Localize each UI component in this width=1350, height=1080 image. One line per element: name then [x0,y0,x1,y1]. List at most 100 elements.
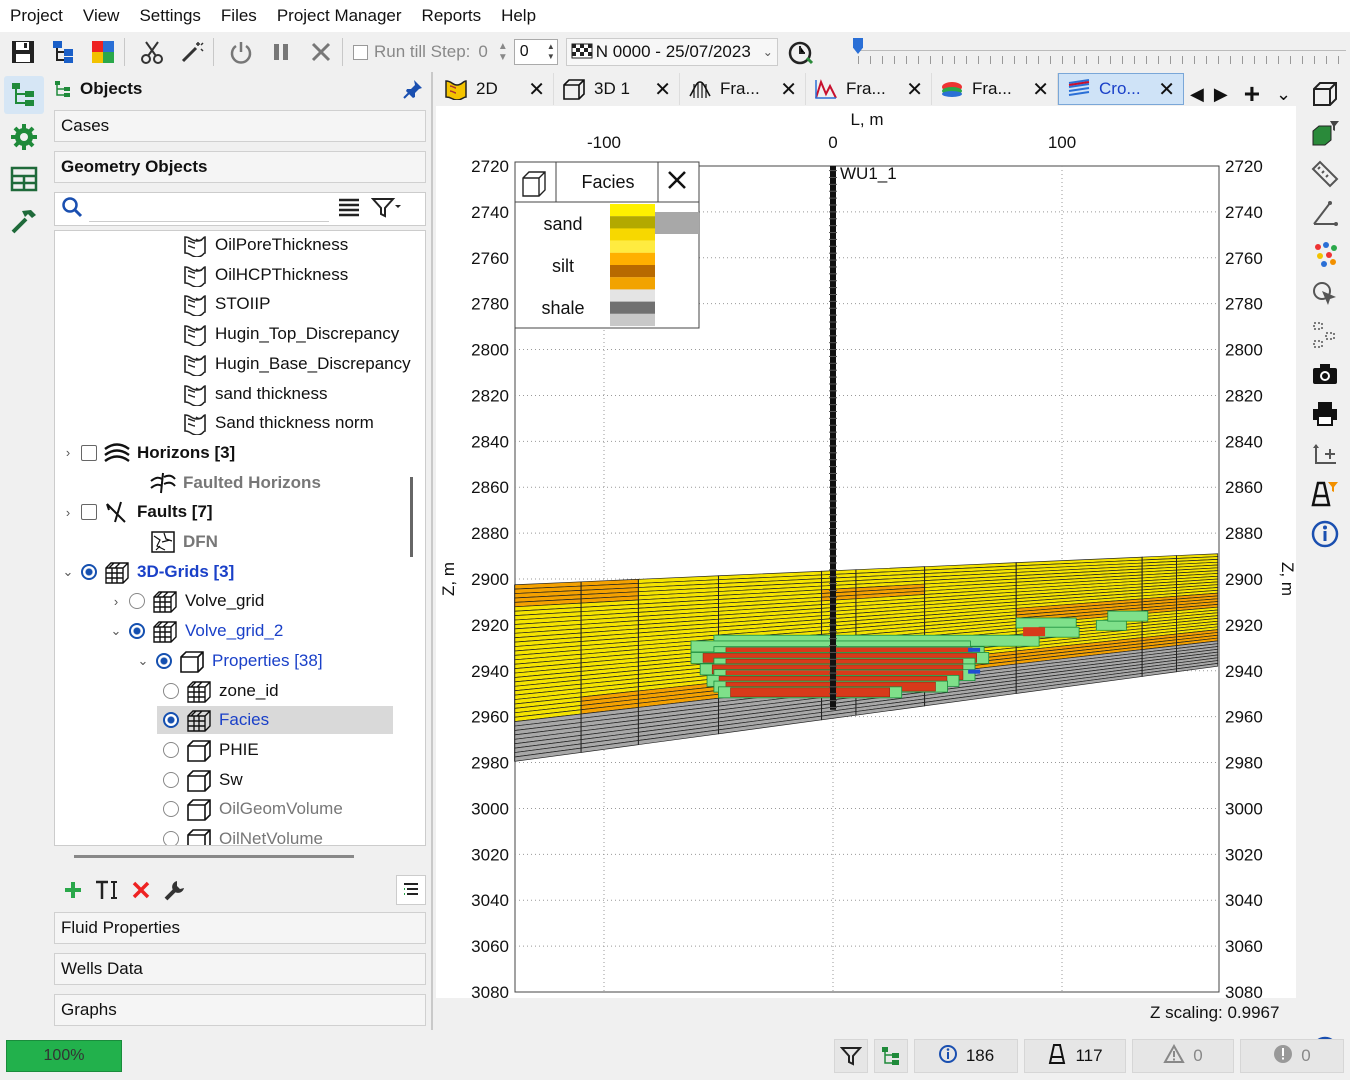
menu-item-files[interactable]: Files [211,6,267,26]
cross-section-view[interactable]: WU1_1 2720 2720 2740 2740 2760 2760 2780 2780 28… [436,106,1297,1002]
tree-item[interactable]: Sand thickness norm [163,409,374,437]
menu-item-project[interactable]: Project [0,6,73,26]
close-tab-icon[interactable]: ✕ [780,77,797,102]
date-combobox[interactable]: N 0000 - 25/07/2023 ⌄ [565,38,778,66]
tab-5[interactable]: Cro... ✕ [1058,73,1184,105]
menu-item-view[interactable]: View [73,6,130,26]
tree-vertical-scrollbar[interactable] [410,477,413,557]
power-icon[interactable] [224,35,258,69]
tab-0[interactable]: 2D ✕ [436,73,554,105]
menu-item-settings[interactable]: Settings [129,6,210,26]
visibility-checkbox[interactable] [81,444,97,461]
cross-section-plot[interactable]: WU1_1 2720 2720 2740 2740 2760 2760 2780 2780 28… [436,106,1297,1002]
filter-icon[interactable] [370,196,401,223]
cut-icon[interactable] [135,35,169,69]
pin-icon[interactable] [402,78,424,105]
menu-item-project-manager[interactable]: Project Manager [267,6,412,26]
well-filter-icon[interactable] [1305,476,1345,512]
search-icon[interactable] [61,196,83,223]
status-warning-count[interactable]: 0 [1132,1039,1234,1073]
expand-down-icon[interactable]: ⌄ [136,653,150,669]
run-till-value[interactable]: 0 [478,42,487,62]
tree-item[interactable]: OilGeomVolume [163,795,343,823]
polyline-icon[interactable] [1305,316,1345,352]
expand-right-icon[interactable]: › [61,505,75,520]
tree-item[interactable]: STOIIP [163,290,270,318]
close-tab-icon[interactable]: ✕ [528,77,545,102]
tree-item[interactable]: › Horizons [3] [61,439,235,467]
expand-right-icon[interactable]: › [61,445,75,460]
status-error-count[interactable]: 0 [1240,1039,1344,1073]
tree-item[interactable]: › Faults [7] [61,498,213,526]
menu-item-help[interactable]: Help [491,6,546,26]
objects-tree-icon[interactable] [4,76,44,114]
status-tree-icon[interactable] [874,1039,908,1073]
menu-item-reports[interactable]: Reports [412,6,492,26]
list-view-icon[interactable] [337,196,361,223]
tab-1[interactable]: 3D 1 ✕ [554,73,680,105]
status-flask-count[interactable]: 117 [1024,1039,1126,1073]
spin-arrows-icon[interactable]: ▲ ▼ [547,42,555,62]
tab-scroll-left-icon[interactable]: ◀ [1190,84,1204,105]
tree-item[interactable]: DFN [109,528,218,556]
search-input[interactable] [89,196,329,222]
tree-item[interactable]: ⌄ Volve_grid_2 [109,617,283,645]
tree-item[interactable]: OilHCPThickness [163,261,348,289]
tree-item[interactable]: OilPoreThickness [163,231,348,259]
radio-button[interactable] [163,801,179,818]
radio-button-selected[interactable] [81,563,97,580]
tree-item[interactable]: › Volve_grid [109,587,264,615]
run-till-checkbox[interactable] [353,44,368,60]
section-fluid-properties[interactable]: Fluid Properties [54,912,426,944]
close-tab-icon[interactable]: ✕ [1032,77,1049,102]
tree-item[interactable]: sand thickness [163,380,327,408]
pointer-select-icon[interactable] [1305,276,1345,312]
color-dots-icon[interactable] [1305,236,1345,272]
radio-button-selected[interactable] [163,712,179,729]
delete-icon[interactable] [126,875,156,905]
status-info-count[interactable]: 186 [914,1039,1018,1073]
ruler-icon[interactable] [1305,156,1345,192]
tab-3[interactable]: Fra... ✕ [806,73,932,105]
info-icon[interactable] [1305,516,1345,552]
expand-down-icon[interactable]: ⌄ [109,623,123,639]
tree-item[interactable]: zone_id [163,677,279,705]
step-spinbox[interactable]: 0 ▲ ▼ [513,39,558,65]
radio-button[interactable] [163,831,179,845]
tree-item[interactable]: Facies [157,706,393,735]
add-annotation-icon[interactable] [1305,436,1345,472]
pause-icon[interactable] [264,35,298,69]
print-icon[interactable] [1305,396,1345,432]
expand-down-icon[interactable]: ⌄ [61,564,75,580]
hammer-icon[interactable] [4,202,44,240]
tree-item[interactable]: ⌄ 3D-Grids [3] [61,558,234,586]
cube-filter-icon[interactable] [1305,116,1345,152]
tab-2[interactable]: Fra... ✕ [680,73,806,105]
section-geometry-objects[interactable]: Geometry Objects [54,151,426,183]
section-cases[interactable]: Cases [54,110,426,142]
layout-icon[interactable] [4,160,44,198]
radio-button-selected[interactable] [129,623,145,640]
hierarchy-icon[interactable] [46,35,80,69]
radio-button-selected[interactable] [156,652,172,669]
tree-item[interactable]: OilNetVolume [163,825,323,845]
section-graphs[interactable]: Graphs [54,994,426,1026]
save-icon[interactable] [6,35,40,69]
rename-icon[interactable] [92,875,122,905]
tree-item[interactable]: PHIE [163,736,259,764]
add-icon[interactable] [58,875,88,905]
close-tab-icon[interactable]: ✕ [906,77,923,102]
status-filter-icon[interactable] [834,1039,868,1073]
tree-item[interactable]: Hugin_Top_Discrepancy [163,320,399,348]
visibility-checkbox[interactable] [81,504,97,521]
expand-right-icon[interactable]: › [109,594,123,609]
tree-item[interactable]: ⌄ Properties [38] [136,647,323,675]
radio-button[interactable] [163,741,179,758]
timer-icon[interactable] [784,35,818,69]
stop-icon[interactable] [304,35,338,69]
radio-button[interactable] [163,682,179,699]
radio-button[interactable] [163,771,179,788]
section-wells-data[interactable]: Wells Data [54,953,426,985]
tree-item[interactable]: Sw [163,766,243,794]
tab-4[interactable]: Fra... ✕ [932,73,1058,105]
